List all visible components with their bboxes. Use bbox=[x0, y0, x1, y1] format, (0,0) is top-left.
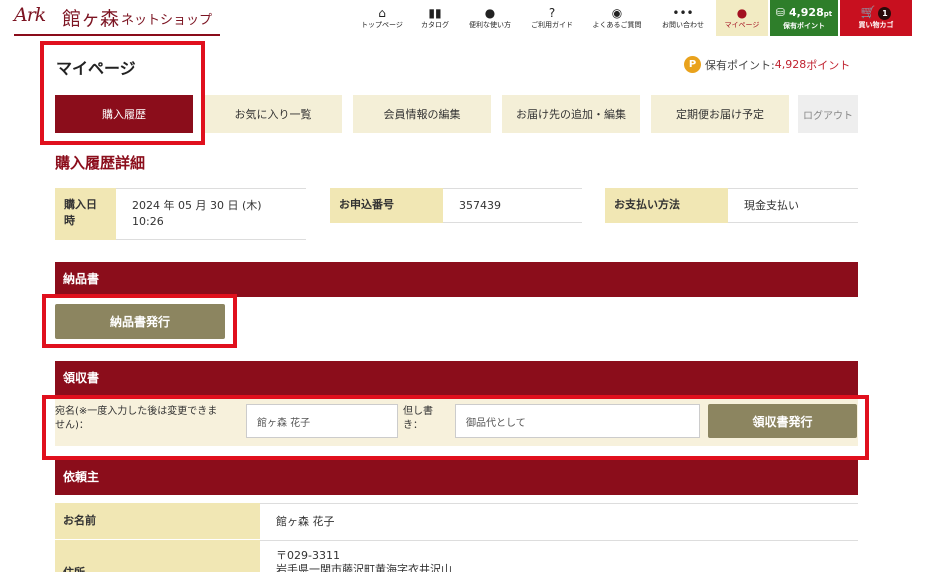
tab-logout[interactable]: ログアウト bbox=[798, 95, 858, 133]
order-number-label: お申込番号 bbox=[330, 188, 443, 223]
nav-cart[interactable]: 🛒 1 買い物カゴ bbox=[840, 0, 912, 36]
requester-section-header: 依頼主 bbox=[55, 460, 858, 495]
cart-icon: 🛒 bbox=[860, 5, 876, 19]
purchase-date-value: 2024 年 05 月 30 日 (木) 10:26 bbox=[116, 188, 306, 240]
payment-method-label: お支払い方法 bbox=[605, 188, 728, 223]
nav-mypage[interactable]: ● マイページ bbox=[716, 0, 768, 36]
question-icon: ? bbox=[548, 5, 556, 20]
tab-delivery-address[interactable]: お届け先の追加・編集 bbox=[502, 95, 640, 133]
chat-bubbles-icon: ◉ bbox=[611, 5, 623, 20]
highlight-box-tab bbox=[40, 41, 205, 145]
home-icon: ⌂ bbox=[378, 5, 386, 20]
receipt-section-header: 領収書 bbox=[55, 361, 858, 396]
lightbulb-icon: ● bbox=[484, 5, 496, 20]
site-logo[interactable]: Ark 館ヶ森 ネットショップ bbox=[14, 0, 220, 36]
nav-cart-label: 買い物カゴ bbox=[858, 21, 894, 29]
purchase-date-line1: 2024 年 05 月 30 日 (木) bbox=[132, 199, 262, 212]
nav-points[interactable]: ⛁ 4,928pt 保有ポイント bbox=[770, 0, 838, 36]
points-unit: pt bbox=[823, 9, 833, 18]
points-prefix: 保有ポイント: bbox=[705, 58, 775, 72]
nav-how-to-use[interactable]: ● 便利な使い方 bbox=[460, 0, 520, 36]
tab-edit-member-info[interactable]: 会員情報の編集 bbox=[353, 95, 491, 133]
nav-top-page-label: トップページ bbox=[361, 20, 403, 29]
requester-name-label: お名前 bbox=[55, 503, 260, 539]
payment-method-value: 現金支払い bbox=[728, 188, 858, 223]
logo-mark: Ark bbox=[14, 4, 46, 26]
purchase-date-label: 購入日時 bbox=[55, 188, 116, 240]
logo-kanji: 館ヶ森 bbox=[62, 8, 120, 30]
cart-count-badge: 1 bbox=[878, 7, 892, 20]
site-header: Ark 館ヶ森 ネットショップ ⌂ トップページ ▮▮ カタログ ● 便利な使い… bbox=[0, 0, 928, 36]
book-icon: ▮▮ bbox=[428, 5, 442, 20]
nav-faq[interactable]: ◉ よくあるご質問 bbox=[584, 0, 650, 36]
order-number-value: 357439 bbox=[443, 188, 582, 223]
tab-favorites[interactable]: お気に入り一覧 bbox=[204, 95, 342, 133]
invoice-section-header: 納品書 bbox=[55, 262, 858, 297]
purchase-date-line2: 10:26 bbox=[132, 215, 164, 228]
coins-icon: ⛁ bbox=[775, 5, 789, 19]
points-value: 4,928 bbox=[788, 5, 824, 19]
nav-contact-label: お問い合わせ bbox=[662, 20, 704, 29]
highlight-box-invoice bbox=[42, 294, 237, 348]
message-icon: ••• bbox=[672, 5, 694, 20]
points-badge-icon: P bbox=[684, 56, 701, 73]
tab-subscription-schedule[interactable]: 定期便お届け予定 bbox=[651, 95, 789, 133]
nav-contact[interactable]: ••• お問い合わせ bbox=[652, 0, 714, 36]
user-icon: ● bbox=[736, 5, 748, 20]
requester-name-value: 館ヶ森 花子 bbox=[260, 503, 858, 539]
nav-mypage-label: マイページ bbox=[724, 20, 760, 29]
nav-catalog[interactable]: ▮▮ カタログ bbox=[412, 0, 458, 36]
points-suffix: ポイント bbox=[806, 58, 851, 72]
nav-guide[interactable]: ? ご利用ガイド bbox=[522, 0, 582, 36]
nav-points-label: 保有ポイント bbox=[783, 21, 825, 30]
points-summary: P 保有ポイント: 4,928 ポイント bbox=[684, 56, 850, 73]
requester-postal-code: 〒029-3311 bbox=[276, 549, 340, 562]
requester-address-label: 住所 bbox=[55, 540, 260, 572]
nav-top-page[interactable]: ⌂ トップページ bbox=[354, 0, 410, 36]
nav-faq-label: よくあるご質問 bbox=[592, 20, 642, 29]
logo-subtitle: ネットショップ bbox=[121, 13, 213, 28]
requester-address: 岩手県一関市藤沢町黄海字衣井沢山 bbox=[276, 563, 452, 572]
points-amount: ⛁ 4,928pt bbox=[776, 6, 832, 21]
purchase-detail-title: 購入履歴詳細 bbox=[55, 154, 146, 172]
nav-catalog-label: カタログ bbox=[421, 20, 449, 29]
points-summary-value: 4,928 bbox=[774, 58, 807, 71]
nav-guide-label: ご利用ガイド bbox=[531, 20, 573, 29]
cart-row: 🛒 1 bbox=[861, 6, 892, 20]
highlight-box-receipt bbox=[42, 395, 869, 460]
requester-address-value: 〒029-3311 岩手県一関市藤沢町黄海字衣井沢山 bbox=[260, 540, 858, 572]
nav-how-to-use-label: 便利な使い方 bbox=[469, 20, 511, 29]
